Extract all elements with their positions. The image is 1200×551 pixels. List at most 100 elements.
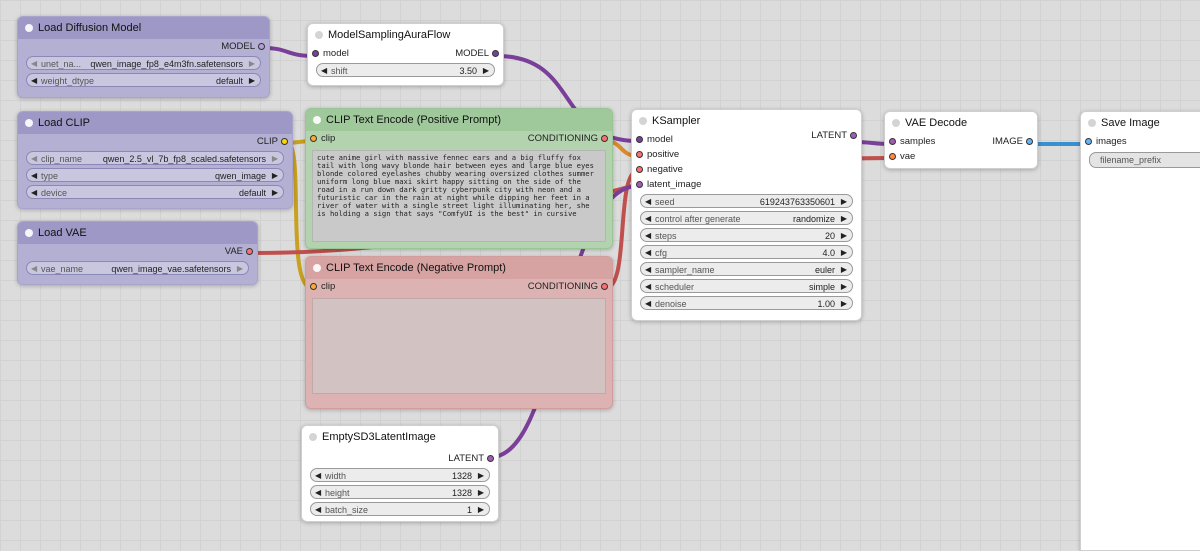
arrow-right-icon[interactable]: ▶ (272, 169, 278, 183)
widget-batch-size[interactable]: ◀ batch_size 1 ▶ (310, 502, 490, 516)
widget-shift[interactable]: ◀ shift 3.50 ▶ (316, 63, 495, 77)
slot-dot-icon[interactable] (889, 153, 896, 160)
node-title[interactable]: ModelSamplingAuraFlow (308, 24, 503, 46)
output-slot-model[interactable]: MODEL (18, 39, 269, 54)
widget-clip-name[interactable]: ◀ clip_name qwen_2.5_vl_7b_fp8_scaled.safe… (26, 151, 284, 165)
slot-dot-icon[interactable] (310, 283, 317, 290)
widget-vae-name[interactable]: ◀ vae_name qwen_image_vae.safetensors ▶ (26, 261, 249, 275)
input-slot-positive[interactable]: positive (632, 147, 861, 162)
arrow-left-icon[interactable]: ◀ (315, 503, 321, 517)
arrow-right-icon[interactable]: ▶ (272, 186, 278, 200)
output-slot-conditioning[interactable]: CONDITIONING (528, 131, 612, 146)
arrow-right-icon[interactable]: ▶ (841, 297, 847, 311)
node-load-diffusion-model[interactable]: Load Diffusion Model MODEL ◀ unet_na... qw… (17, 16, 270, 98)
arrow-right-icon[interactable]: ▶ (483, 64, 489, 78)
collapse-dot-icon[interactable] (639, 117, 647, 125)
widget-height[interactable]: ◀ height 1328 ▶ (310, 485, 490, 499)
node-title[interactable]: VAE Decode (885, 112, 1037, 134)
collapse-dot-icon[interactable] (1088, 119, 1096, 127)
slot-dot-icon[interactable] (636, 151, 643, 158)
input-slot-negative[interactable]: negative (632, 162, 861, 177)
slot-dot-icon[interactable] (246, 248, 253, 255)
input-slot-latent-image[interactable]: latent_image (632, 177, 861, 192)
slot-dot-icon[interactable] (636, 166, 643, 173)
arrow-left-icon[interactable]: ◀ (31, 169, 37, 183)
collapse-dot-icon[interactable] (25, 24, 33, 32)
node-title[interactable]: Load CLIP (18, 112, 292, 134)
input-slot-vae[interactable]: vae (885, 149, 1037, 164)
node-title[interactable]: Load Diffusion Model (18, 17, 269, 39)
output-slot-clip[interactable]: CLIP (18, 134, 292, 149)
prompt-textarea[interactable] (312, 298, 606, 394)
output-slot-latent[interactable]: LATENT (302, 451, 498, 466)
arrow-right-icon[interactable]: ▶ (841, 246, 847, 260)
input-slot-model[interactable]: model (308, 46, 349, 61)
slot-dot-icon[interactable] (281, 138, 288, 145)
slot-dot-icon[interactable] (492, 50, 499, 57)
collapse-dot-icon[interactable] (315, 31, 323, 39)
arrow-right-icon[interactable]: ▶ (478, 486, 484, 500)
widget-cfg[interactable]: ◀ cfg 4.0 ▶ (640, 245, 853, 259)
collapse-dot-icon[interactable] (25, 119, 33, 127)
collapse-dot-icon[interactable] (313, 116, 321, 124)
widget-width[interactable]: ◀ width 1328 ▶ (310, 468, 490, 482)
slot-dot-icon[interactable] (1026, 138, 1033, 145)
widget-control-after-generate[interactable]: ◀ control after generate randomize ▶ (640, 211, 853, 225)
output-slot-model[interactable]: MODEL (455, 46, 503, 61)
node-clip-text-encode-negative[interactable]: CLIP Text Encode (Negative Prompt) clip … (305, 256, 613, 409)
output-slot-latent[interactable]: LATENT (811, 128, 861, 143)
collapse-dot-icon[interactable] (309, 433, 317, 441)
node-vae-decode[interactable]: VAE Decode samples IMAGE vae (884, 111, 1038, 169)
widget-denoise[interactable]: ◀ denoise 1.00 ▶ (640, 296, 853, 310)
slot-dot-icon[interactable] (487, 455, 494, 462)
arrow-left-icon[interactable]: ◀ (645, 229, 651, 243)
arrow-left-icon[interactable]: ◀ (645, 263, 651, 277)
arrow-left-icon[interactable]: ◀ (645, 280, 651, 294)
arrow-left-icon[interactable]: ◀ (315, 486, 321, 500)
node-clip-text-encode-positive[interactable]: CLIP Text Encode (Positive Prompt) clip … (305, 108, 613, 249)
node-load-clip[interactable]: Load CLIP CLIP ◀ clip_name qwen_2.5_vl_7b_… (17, 111, 293, 209)
arrow-left-icon[interactable]: ◀ (31, 262, 37, 276)
slot-dot-icon[interactable] (601, 283, 608, 290)
collapse-dot-icon[interactable] (892, 119, 900, 127)
arrow-left-icon[interactable]: ◀ (645, 195, 651, 209)
arrow-left-icon[interactable]: ◀ (321, 64, 327, 78)
arrow-left-icon[interactable]: ◀ (31, 74, 37, 88)
slot-dot-icon[interactable] (601, 135, 608, 142)
arrow-right-icon[interactable]: ▶ (841, 195, 847, 209)
widget-unet-name[interactable]: ◀ unet_na... qwen_image_fp8_e4m3fn.safeten… (26, 56, 261, 70)
input-slot-images[interactable]: images (1081, 134, 1200, 149)
collapse-dot-icon[interactable] (25, 229, 33, 237)
node-title[interactable]: CLIP Text Encode (Positive Prompt) (306, 109, 612, 131)
arrow-left-icon[interactable]: ◀ (645, 212, 651, 226)
widget-weight-dtype[interactable]: ◀ weight_dtype default ▶ (26, 73, 261, 87)
output-slot-vae[interactable]: VAE (18, 244, 257, 259)
node-save-image[interactable]: Save Image images filename_prefix (1080, 111, 1200, 551)
arrow-right-icon[interactable]: ▶ (237, 262, 243, 276)
input-slot-clip[interactable]: clip (306, 131, 335, 146)
node-title[interactable]: Save Image (1081, 112, 1200, 134)
arrow-right-icon[interactable]: ▶ (841, 263, 847, 277)
arrow-right-icon[interactable]: ▶ (841, 280, 847, 294)
arrow-left-icon[interactable]: ◀ (31, 152, 37, 166)
input-slot-model[interactable]: model (632, 132, 673, 147)
arrow-left-icon[interactable]: ◀ (645, 297, 651, 311)
slot-dot-icon[interactable] (1085, 138, 1092, 145)
arrow-right-icon[interactable]: ▶ (478, 503, 484, 517)
input-slot-clip[interactable]: clip (306, 279, 335, 294)
widget-device[interactable]: ◀ device default ▶ (26, 185, 284, 199)
arrow-right-icon[interactable]: ▶ (249, 57, 255, 71)
node-title[interactable]: EmptySD3LatentImage (302, 426, 498, 448)
slot-dot-icon[interactable] (636, 136, 643, 143)
prompt-textarea[interactable]: cute anime girl with massive fennec ears… (312, 150, 606, 242)
slot-dot-icon[interactable] (850, 132, 857, 139)
node-ksampler[interactable]: KSampler model LATENT positive negative … (631, 109, 862, 321)
arrow-left-icon[interactable]: ◀ (31, 186, 37, 200)
node-model-sampling-auraflow[interactable]: ModelSamplingAuraFlow model MODEL ◀ shift… (307, 23, 504, 86)
widget-scheduler[interactable]: ◀ scheduler simple ▶ (640, 279, 853, 293)
input-slot-samples[interactable]: samples (885, 134, 935, 149)
arrow-left-icon[interactable]: ◀ (31, 57, 37, 71)
node-load-vae[interactable]: Load VAE VAE ◀ vae_name qwen_image_vae.saf… (17, 221, 258, 285)
collapse-dot-icon[interactable] (313, 264, 321, 272)
arrow-left-icon[interactable]: ◀ (645, 246, 651, 260)
